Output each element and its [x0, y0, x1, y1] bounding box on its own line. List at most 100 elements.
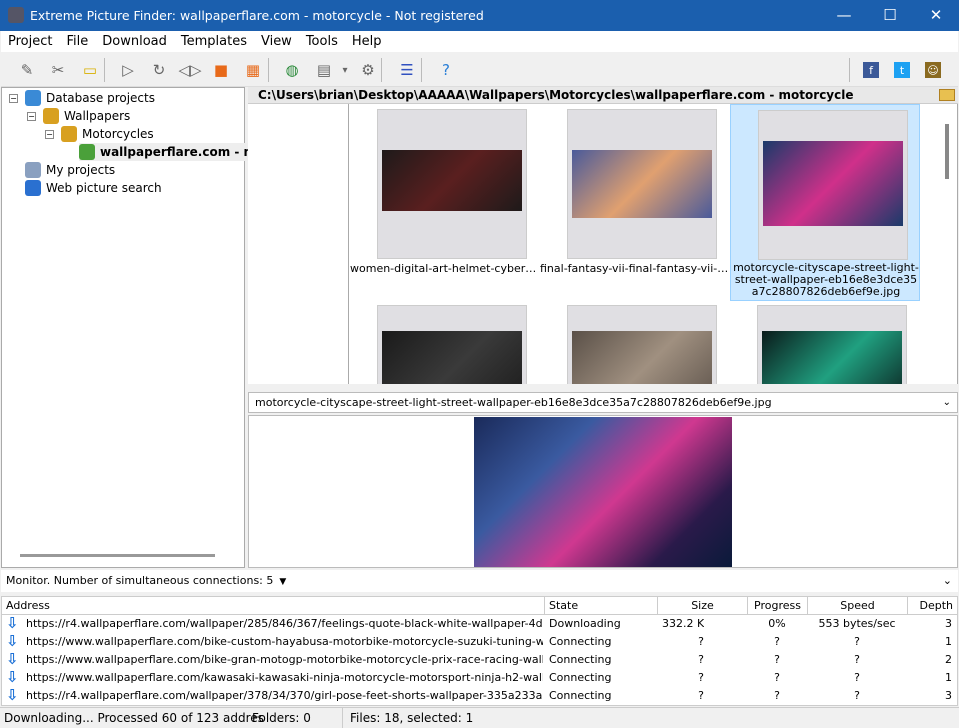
cell-progress: ? — [774, 635, 780, 648]
facebook-icon[interactable]: f — [863, 62, 879, 78]
thumbnail-image — [572, 150, 712, 218]
maximize-button[interactable]: ☐ — [867, 0, 913, 31]
title-bar: Extreme Picture Finder: wallpaperflare.c… — [0, 0, 959, 31]
close-button[interactable]: ✕ — [913, 0, 959, 31]
column-header-speed[interactable]: Speed — [808, 597, 908, 615]
column-header-state[interactable]: State — [545, 597, 658, 615]
thumbnail-item[interactable] — [730, 300, 920, 384]
table-row[interactable]: ⇩ https://www.wallpaperflare.com/bike-cus… — [2, 632, 957, 651]
window-title: Extreme Picture Finder: wallpaperflare.c… — [30, 8, 484, 23]
menu-templates[interactable]: Templates — [174, 34, 254, 49]
tree-item[interactable]: Database projects — [25, 89, 155, 107]
thumbnail-item[interactable]: final-fantasy-vii-final-fantasy-vii-re..… — [540, 104, 730, 300]
thumbnail-grid[interactable]: women-digital-art-helmet-cyberpunk...fin… — [248, 104, 958, 384]
status-folders: Folders: 0 — [252, 711, 311, 725]
column-header-size[interactable]: Size — [658, 597, 748, 615]
twitter-icon[interactable]: t — [894, 62, 910, 78]
collapse-toggle[interactable]: − — [9, 94, 18, 103]
globe-icon[interactable]: ◍ — [280, 58, 304, 82]
stop-icon[interactable]: ■ — [209, 58, 233, 82]
cell-depth: 1 — [945, 635, 952, 648]
refresh-icon[interactable]: ↻ — [147, 58, 171, 82]
folder-icon[interactable] — [939, 89, 955, 101]
preview-image — [474, 417, 732, 567]
chevron-down-icon[interactable]: ⌄ — [943, 570, 952, 592]
column-header-progress[interactable]: Progress — [748, 597, 808, 615]
toolbar-separator — [104, 58, 105, 82]
status-text: Downloading... Processed 60 of 123 addre… — [4, 711, 264, 725]
thumbnail-item[interactable]: motorcycle-cityscape-street-light-street… — [730, 104, 920, 301]
edit-icon[interactable]: ✎ — [15, 58, 39, 82]
menu-view[interactable]: View — [254, 34, 299, 49]
status-files: Files: 18, selected: 1 — [350, 711, 474, 725]
preview-filename-bar[interactable]: motorcycle-cityscape-street-light-street… — [248, 392, 958, 413]
view-icon[interactable]: ▤ — [312, 58, 336, 82]
thumbnail-frame — [377, 109, 527, 259]
cell-size: ? — [698, 653, 704, 666]
collapse-toggle[interactable]: − — [45, 130, 54, 139]
cell-depth: 1 — [945, 671, 952, 684]
list-icon[interactable]: ☰ — [395, 58, 419, 82]
tree-node-icon — [79, 144, 95, 160]
thumbnail-label: motorcycle-cityscape-street-light-street… — [733, 262, 919, 298]
tree-item-label: Wallpapers — [64, 109, 131, 123]
menu-help[interactable]: Help — [345, 34, 389, 49]
step-icon[interactable]: ◁▷ — [178, 58, 202, 82]
thumbnail-item[interactable]: women-digital-art-helmet-cyberpunk... — [350, 104, 540, 300]
menu-download[interactable]: Download — [95, 34, 174, 49]
settings-icon[interactable]: ⚙ — [356, 58, 380, 82]
menu-project[interactable]: Project — [1, 34, 59, 49]
menu-file[interactable]: File — [59, 34, 95, 49]
column-header-depth[interactable]: Depth — [908, 597, 958, 615]
cell-state: Connecting — [549, 635, 612, 648]
vertical-scrollbar[interactable] — [945, 124, 949, 179]
minimize-button[interactable]: — — [821, 0, 867, 31]
thumbnail-image — [572, 331, 712, 384]
cell-state: Connecting — [549, 689, 612, 702]
play-icon[interactable]: ▷ — [116, 58, 140, 82]
thumbnail-image — [762, 331, 902, 384]
caret-down-icon[interactable]: ▼ — [279, 577, 286, 587]
tools-icon[interactable]: ✂ — [46, 58, 70, 82]
horizontal-scrollbar[interactable] — [20, 554, 215, 557]
tree-node-icon — [25, 162, 41, 178]
collapse-toggle[interactable]: − — [27, 112, 36, 121]
cell-depth: 3 — [945, 689, 952, 702]
download-table[interactable]: Address State Size Progress Speed Depth ⇩ https… — [1, 596, 958, 706]
divider — [342, 708, 343, 728]
column-header-address[interactable]: Address — [2, 597, 545, 615]
tree-item[interactable]: Wallpapers — [43, 107, 130, 125]
tree-item[interactable]: My projects — [25, 161, 115, 179]
monitor-bar[interactable]: Monitor. Number of simultaneous connecti… — [1, 570, 958, 592]
cell-depth: 2 — [945, 653, 952, 666]
menu-tools[interactable]: Tools — [299, 34, 345, 49]
preview-filename: motorcycle-cityscape-street-light-street… — [255, 396, 772, 409]
table-row[interactable]: ⇩ https://r4.wallpaperflare.com/wallpaper… — [2, 686, 957, 705]
cell-progress: ? — [774, 689, 780, 702]
thumbnail-item[interactable] — [540, 300, 730, 384]
chevron-down-icon[interactable]: ⌄ — [943, 393, 951, 412]
community-icon[interactable]: ☺ — [925, 62, 941, 78]
tree-item-label: Motorcycles — [82, 127, 154, 141]
table-row[interactable]: ⇩ https://www.wallpaperflare.com/bike-gra… — [2, 650, 957, 669]
tree-item[interactable]: wallpaperflare.com - mot — [79, 143, 273, 161]
cell-progress: ? — [774, 653, 780, 666]
cell-size: ? — [698, 635, 704, 648]
comment-icon[interactable]: ▭ — [78, 58, 102, 82]
project-tree[interactable]: Database projects − Wallpapers − Motorcycles… — [1, 87, 273, 568]
cell-address: https://r4.wallpaperflare.com/wallpaper/… — [26, 689, 543, 702]
cell-speed: 553 bytes/sec — [818, 617, 896, 630]
download-arrow-icon: ⇩ — [6, 668, 19, 686]
preview-pane — [248, 415, 958, 568]
download-arrow-icon: ⇩ — [6, 632, 19, 650]
thumbnail-frame — [757, 305, 907, 384]
toolbar: ✎ ✂ ▭ ▷ ↻ ◁▷ ■ ▦ ◍ ▤ ▾ ⚙ ☰? f t ☺ — [1, 52, 958, 87]
tree-item[interactable]: Web picture search — [25, 179, 162, 197]
table-row[interactable]: ⇩ https://r4.wallpaperflare.com/wallpaper… — [2, 614, 957, 633]
help-icon[interactable]: ? — [434, 58, 458, 82]
dropdown-icon[interactable]: ▾ — [339, 58, 351, 82]
tree-item[interactable]: Motorcycles — [61, 125, 154, 143]
table-row[interactable]: ⇩ https://www.wallpaperflare.com/kawasaki… — [2, 668, 957, 687]
thumbnail-item[interactable] — [350, 300, 540, 384]
queue-icon[interactable]: ▦ — [241, 58, 265, 82]
